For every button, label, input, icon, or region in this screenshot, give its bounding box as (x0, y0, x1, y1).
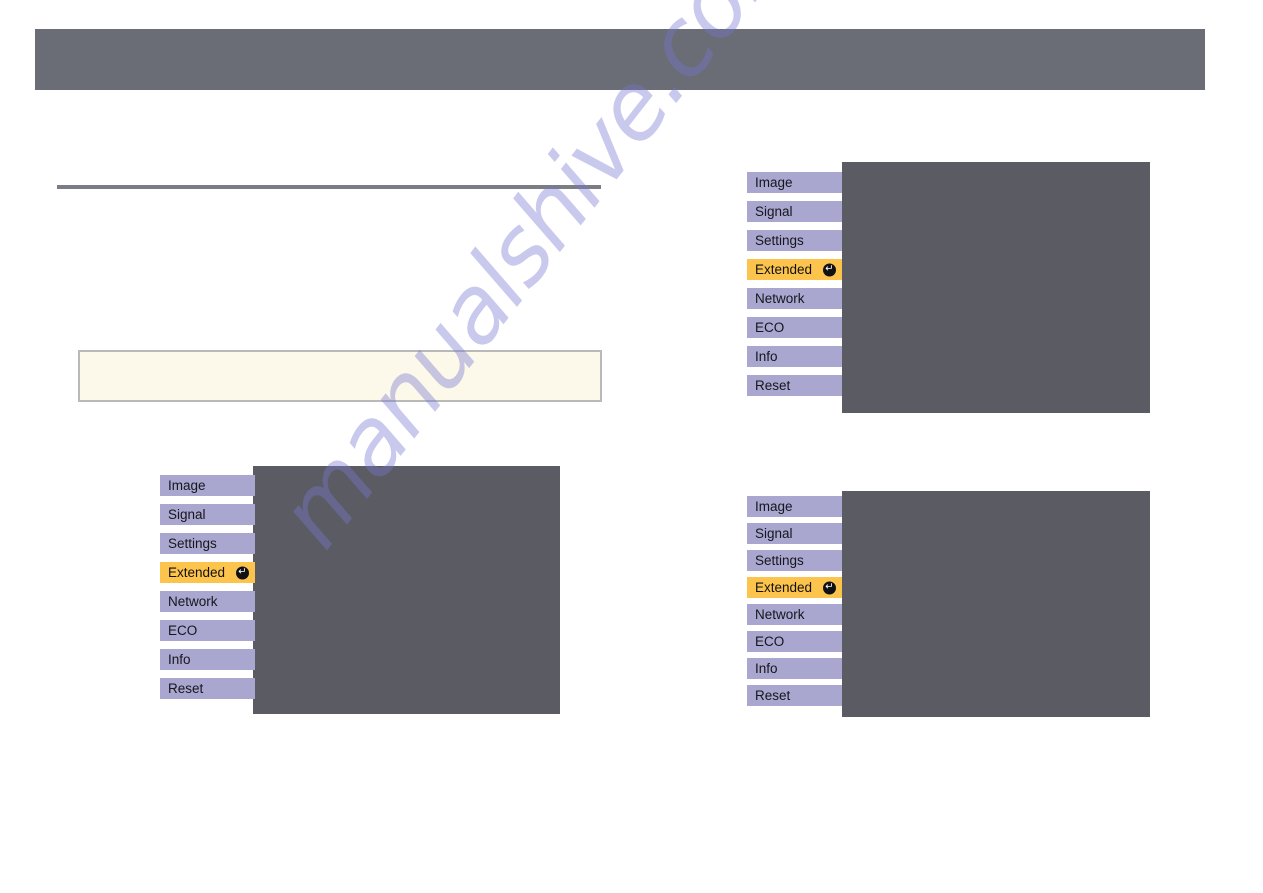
sidebar-tab-eco[interactable]: ECO (747, 317, 842, 338)
sidebar-tab-label: Network (168, 594, 218, 609)
sidebar-tab-image[interactable]: Image (160, 475, 255, 496)
sidebar-tab-network[interactable]: Network (160, 591, 255, 612)
sidebar-tab-label: Signal (168, 507, 206, 522)
sidebar-tab-label: Settings (755, 553, 804, 568)
sidebar-tab-label: ECO (755, 320, 784, 335)
osd-panel (842, 162, 1150, 413)
sidebar-tab-extended[interactable]: Extended (747, 577, 842, 598)
osd-tab-strip: Image Signal Settings Extended Network ECO Inf… (160, 475, 255, 707)
sidebar-tab-extended[interactable]: Extended (160, 562, 255, 583)
sidebar-tab-info[interactable]: Info (747, 346, 842, 367)
sidebar-tab-label: ECO (168, 623, 197, 638)
osd-extended-menu-selected: Image Signal Settings Extended Network ECO Inf… (747, 162, 1150, 413)
sidebar-tab-label: Signal (755, 204, 793, 219)
sidebar-tab-info[interactable]: Info (747, 658, 842, 679)
sidebar-tab-eco[interactable]: ECO (747, 631, 842, 652)
sidebar-tab-label: Extended (755, 580, 812, 595)
enter-icon (236, 566, 249, 579)
sidebar-tab-label: Network (755, 291, 805, 306)
sidebar-tab-signal[interactable]: Signal (747, 523, 842, 544)
sidebar-tab-reset[interactable]: Reset (747, 375, 842, 396)
enter-icon (823, 581, 836, 594)
sidebar-tab-label: ECO (755, 634, 784, 649)
sidebar-tab-extended[interactable]: Extended (747, 259, 842, 280)
sidebar-tab-reset[interactable]: Reset (160, 678, 255, 699)
sidebar-tab-label: Extended (168, 565, 225, 580)
enter-icon (823, 263, 836, 276)
sidebar-tab-image[interactable]: Image (747, 496, 842, 517)
sidebar-tab-settings[interactable]: Settings (747, 230, 842, 251)
sidebar-tab-label: Settings (755, 233, 804, 248)
sidebar-tab-eco[interactable]: ECO (160, 620, 255, 641)
sidebar-tab-label: Info (168, 652, 191, 667)
sidebar-tab-label: Image (168, 478, 206, 493)
sidebar-tab-label: Reset (755, 378, 790, 393)
sidebar-tab-label: Network (755, 607, 805, 622)
osd-panel (253, 466, 560, 714)
sidebar-tab-label: Image (755, 499, 793, 514)
osd-multi-projection-menu: Image Signal Settings Extended Network ECO Inf… (747, 491, 1150, 717)
sidebar-tab-network[interactable]: Network (747, 604, 842, 625)
sidebar-tab-label: Info (755, 349, 778, 364)
sidebar-tab-label: Settings (168, 536, 217, 551)
osd-tab-strip: Image Signal Settings Extended Network ECO Inf… (747, 496, 842, 712)
sidebar-tab-signal[interactable]: Signal (160, 504, 255, 525)
sidebar-tab-label: Signal (755, 526, 793, 541)
section-divider-rule (57, 185, 601, 189)
sidebar-tab-label: Extended (755, 262, 812, 277)
sidebar-tab-image[interactable]: Image (747, 172, 842, 193)
osd-extended-menu-plain: Image Signal Settings Extended Network ECO Inf… (160, 466, 560, 714)
sidebar-tab-network[interactable]: Network (747, 288, 842, 309)
sidebar-tab-settings[interactable]: Settings (747, 550, 842, 571)
sidebar-tab-reset[interactable]: Reset (747, 685, 842, 706)
sidebar-tab-signal[interactable]: Signal (747, 201, 842, 222)
page-header-bar (35, 29, 1205, 90)
sidebar-tab-label: Reset (168, 681, 203, 696)
osd-panel (842, 491, 1150, 717)
sidebar-tab-label: Info (755, 661, 778, 676)
sidebar-tab-label: Reset (755, 688, 790, 703)
osd-tab-strip: Image Signal Settings Extended Network ECO Inf… (747, 172, 842, 404)
sidebar-tab-info[interactable]: Info (160, 649, 255, 670)
note-callout-box (78, 350, 602, 402)
sidebar-tab-label: Image (755, 175, 793, 190)
sidebar-tab-settings[interactable]: Settings (160, 533, 255, 554)
